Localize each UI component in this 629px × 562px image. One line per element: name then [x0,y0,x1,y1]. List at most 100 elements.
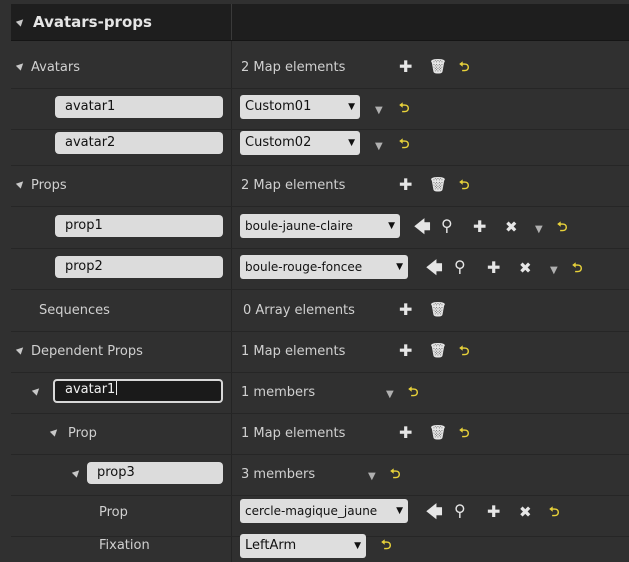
text-caret [116,381,118,395]
row-avatar2: avatar2 Custom02 ▼ ▼ ⮌ [11,124,629,166]
add-icon[interactable]: ✚ [399,59,412,75]
reset-to-default-icon[interactable]: ⮌ [408,385,418,401]
combo-value: Custom01 [245,99,312,114]
row-prop1: prop1 boule-jaune-claire ▼ 🡄 ⚲ ✚ ✖ ▼ ⮌ [11,207,629,249]
chevron-down-icon[interactable]: ▼ [386,387,394,403]
dropdown-arrow-icon: ▼ [348,102,355,112]
map-key-field[interactable]: avatar2 [55,132,223,154]
reset-to-default-icon[interactable]: ⮌ [557,220,567,236]
property-label: Dependent Props [31,344,143,359]
row-dep-avatar1: ▲ avatar1 1 members ▼ ⮌ [11,372,629,414]
browse-search-icon[interactable]: ⚲ [454,259,466,275]
clear-x-icon[interactable]: ✖ [505,219,518,235]
use-selected-arrow-icon[interactable]: 🡄 [414,219,431,235]
map-count: 1 Map elements [241,344,346,359]
map-key-field[interactable]: prop2 [55,256,223,278]
property-label: Prop [68,426,97,441]
chevron-down-icon[interactable]: ▼ [375,103,383,119]
reset-to-default-icon[interactable]: ⮌ [572,261,582,277]
dropdown-arrow-icon: ▼ [388,221,395,231]
reset-to-default-icon[interactable]: ⮌ [399,137,409,153]
reset-to-default-icon[interactable]: ⮌ [381,538,391,554]
reset-to-default-icon[interactable]: ⮌ [459,344,469,360]
row-avatars: ▲ Avatars 2 Map elements ✚ 🗑 ⮌ [11,47,629,89]
dropdown-arrow-icon: ▼ [354,541,361,551]
browse-search-icon[interactable]: ⚲ [441,218,453,234]
property-label: Sequences [39,303,110,318]
reset-to-default-icon[interactable]: ⮌ [459,426,469,442]
row-prop2: prop2 boule-rouge-foncee ▼ 🡄 ⚲ ✚ ✖ ▼ ⮌ [11,248,629,290]
category-header[interactable]: ▲ Avatars-props [11,4,629,41]
expand-arrow-icon[interactable]: ▲ [14,60,26,72]
row-sequences: Sequences 0 Array elements ✚ 🗑 [11,290,629,332]
chevron-down-icon[interactable]: ▼ [375,139,383,155]
browse-search-icon[interactable]: ⚲ [454,503,466,519]
add-icon[interactable]: ✚ [399,343,412,359]
use-selected-arrow-icon[interactable]: 🡄 [426,504,443,520]
row-dependent-props: ▲ Dependent Props 1 Map elements ✚ 🗑 ⮌ [11,331,629,373]
map-key-field[interactable]: prop1 [55,215,223,237]
array-count: 0 Array elements [243,303,355,318]
expand-arrow-icon: ▲ [14,16,27,28]
row-props: ▲ Props 2 Map elements ✚ 🗑 ⮌ [11,165,629,207]
dropdown-arrow-icon: ▼ [396,262,403,272]
prop2-combo[interactable]: boule-rouge-foncee ▼ [240,255,408,279]
prop1-combo[interactable]: boule-jaune-claire ▼ [240,214,400,238]
add-icon[interactable]: ✚ [399,302,412,318]
trash-icon[interactable]: 🗑 [429,302,447,318]
details-panel: ▲ Avatars-props ▲ Avatars 2 Map elements… [0,0,629,562]
map-key-edit-field[interactable]: avatar1 [53,379,223,403]
clear-x-icon[interactable]: ✖ [519,260,532,276]
property-label: Avatars [31,60,80,75]
category-title: Avatars-props [33,13,152,31]
map-key-field[interactable]: avatar1 [55,96,223,118]
combo-value: boule-jaune-claire [245,219,353,233]
map-count: 1 Map elements [241,426,346,441]
prop3-prop-combo[interactable]: cercle-magique_jaune ▼ [240,499,408,523]
trash-icon[interactable]: 🗑 [429,425,447,441]
avatar2-combo[interactable]: Custom02 ▼ [240,131,360,155]
use-selected-arrow-icon[interactable]: 🡄 [426,260,443,276]
row-prop3: ▲ prop3 3 members ▼ ⮌ [11,454,629,496]
dropdown-arrow-icon: ▼ [396,506,403,516]
expand-arrow-icon[interactable]: ▲ [70,467,82,479]
avatar1-combo[interactable]: Custom01 ▼ [240,95,360,119]
clear-x-icon[interactable]: ✖ [519,504,532,520]
add-icon[interactable]: ✚ [399,177,412,193]
add-icon[interactable]: ✚ [487,260,500,276]
row-fixation: Fixation LeftArm ▼ ⮌ [11,528,629,562]
combo-value: boule-rouge-foncee [245,260,363,274]
column-divider[interactable] [231,4,232,40]
reset-to-default-icon[interactable]: ⮌ [459,178,469,194]
dropdown-arrow-icon: ▼ [348,138,355,148]
row-dep-prop: ▲ Prop 1 Map elements ✚ 🗑 ⮌ [11,413,629,455]
trash-icon[interactable]: 🗑 [429,177,447,193]
fixation-combo[interactable]: LeftArm ▼ [240,534,366,558]
key-text: avatar1 [65,382,116,397]
trash-icon[interactable]: 🗑 [429,59,447,75]
add-icon[interactable]: ✚ [487,504,500,520]
chevron-down-icon[interactable]: ▼ [550,263,558,279]
chevron-down-icon[interactable]: ▼ [368,469,376,485]
reset-to-default-icon[interactable]: ⮌ [399,101,409,117]
property-label: Fixation [99,538,150,553]
map-key-field[interactable]: prop3 [87,462,223,484]
combo-value: LeftArm [245,538,297,553]
trash-icon[interactable]: 🗑 [429,343,447,359]
add-icon[interactable]: ✚ [399,425,412,441]
reset-to-default-icon[interactable]: ⮌ [459,60,469,76]
expand-arrow-icon[interactable]: ▲ [14,178,26,190]
reset-to-default-icon[interactable]: ⮌ [549,505,559,521]
expand-arrow-icon[interactable]: ▲ [30,385,42,397]
expand-arrow-icon[interactable]: ▲ [14,344,26,356]
combo-value: Custom02 [245,135,312,150]
map-count: 2 Map elements [241,60,346,75]
add-icon[interactable]: ✚ [473,219,486,235]
combo-value: cercle-magique_jaune [245,504,378,518]
expand-arrow-icon[interactable]: ▲ [48,426,60,438]
chevron-down-icon[interactable]: ▼ [535,222,543,238]
reset-to-default-icon[interactable]: ⮌ [390,467,400,483]
property-label: Prop [99,505,128,520]
member-count: 1 members [241,385,316,400]
member-count: 3 members [241,467,316,482]
